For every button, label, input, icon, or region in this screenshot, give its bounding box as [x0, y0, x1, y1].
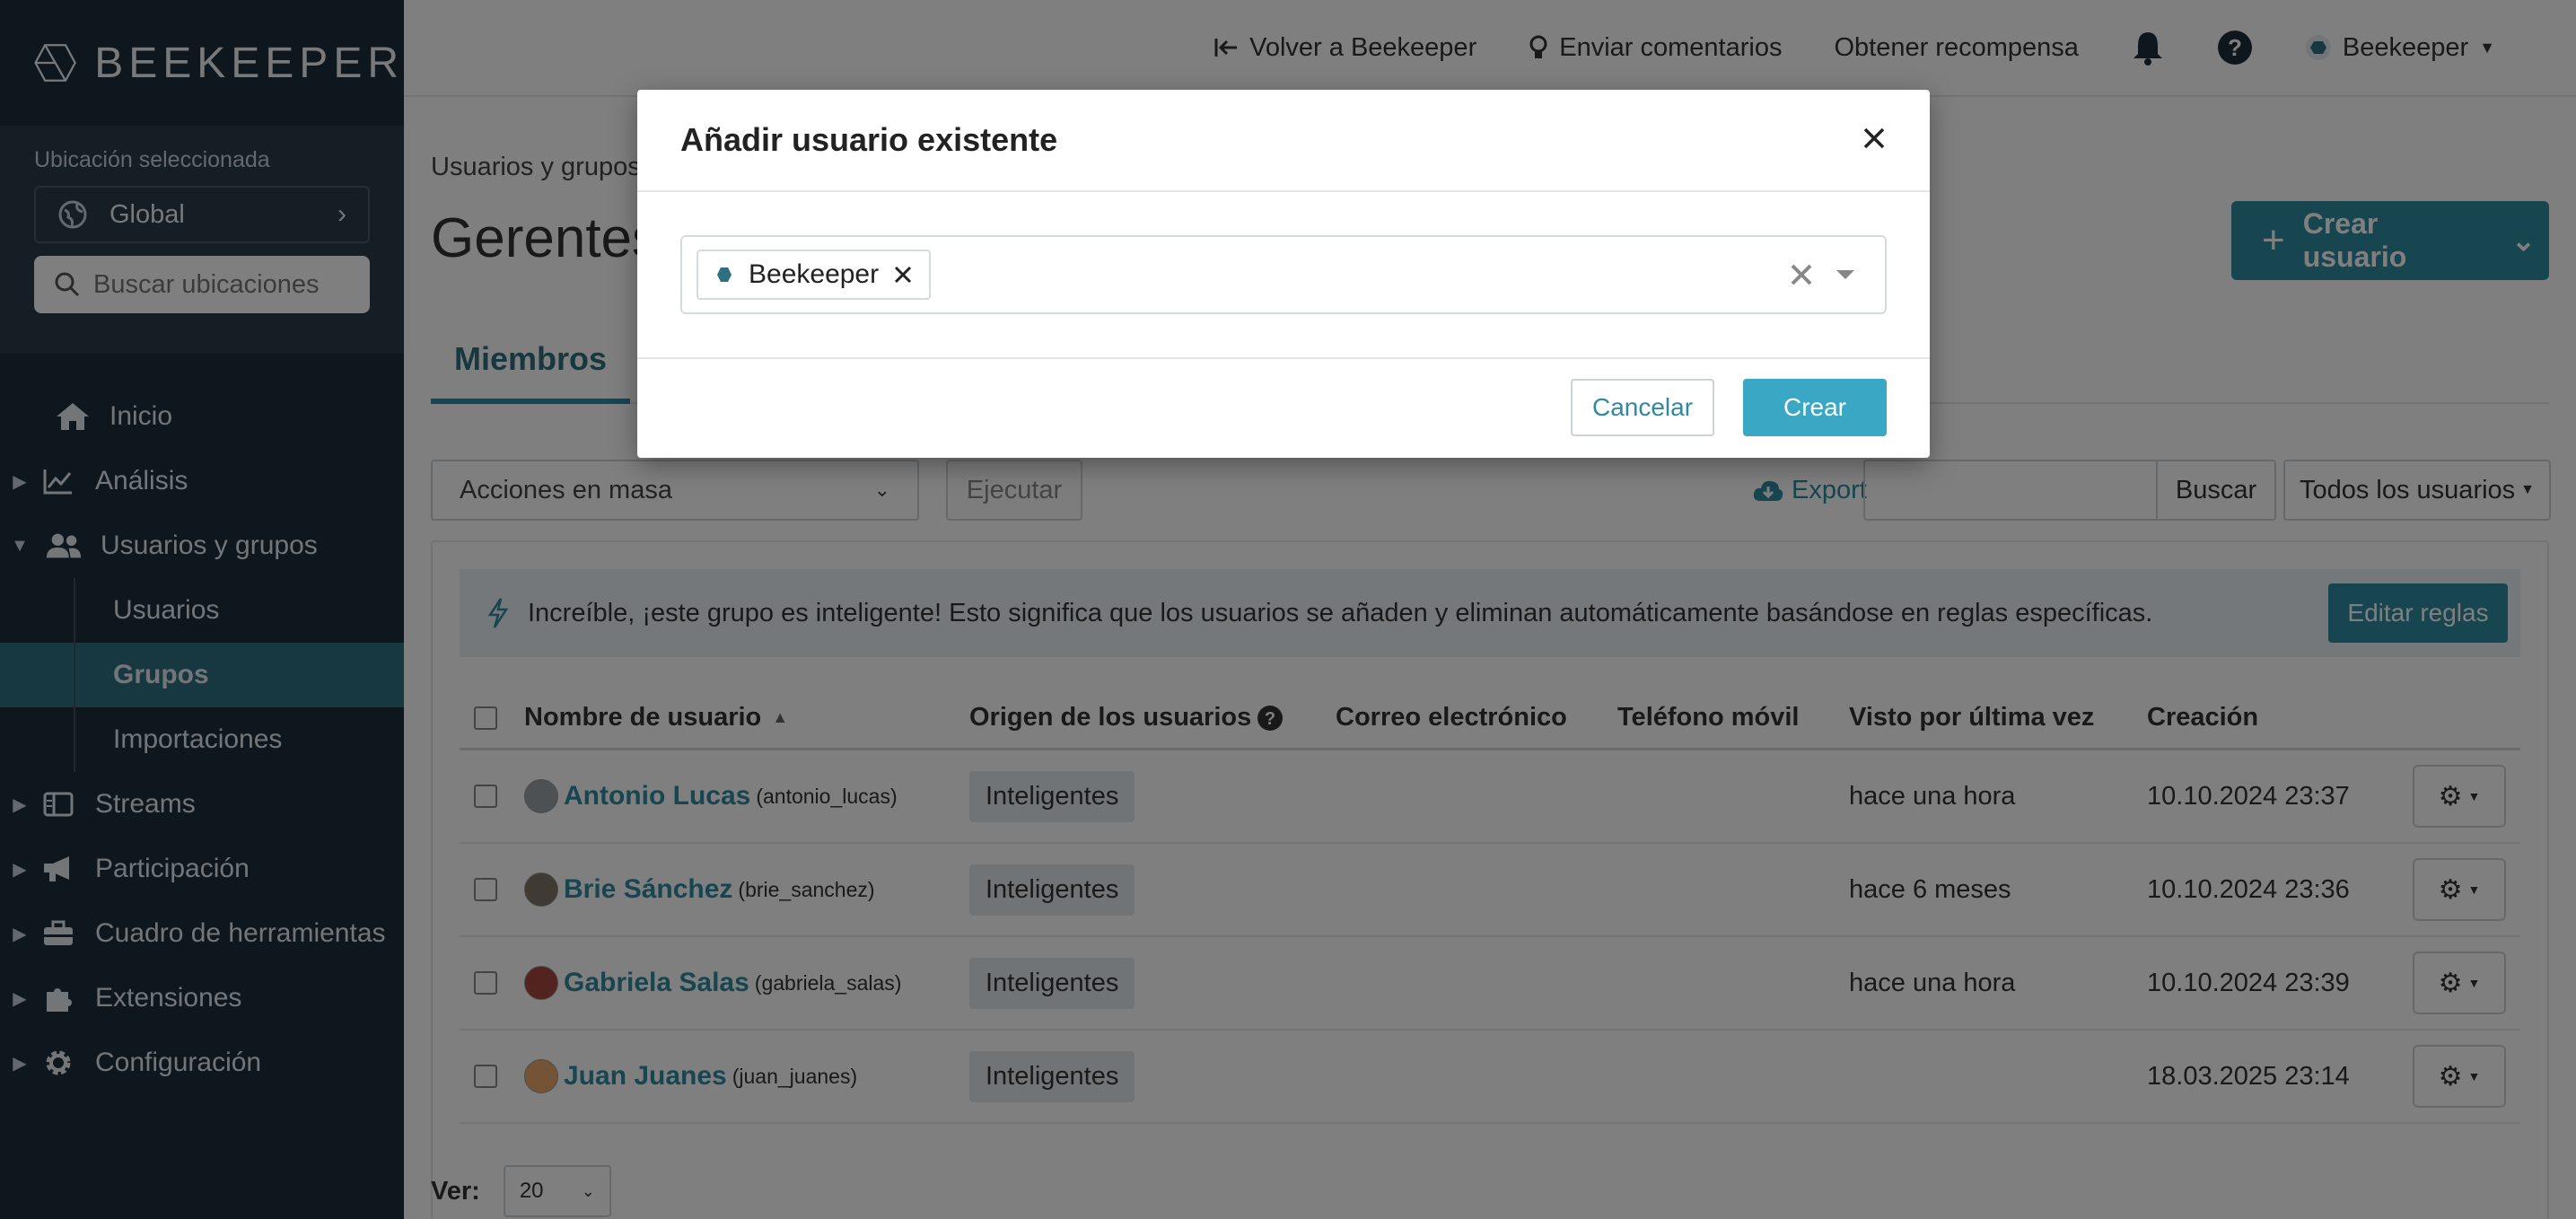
remove-tag-icon[interactable] [893, 265, 913, 285]
add-existing-user-modal: Añadir usuario existente Beekeeper Cance… [637, 90, 1930, 458]
cancel-button[interactable]: Cancelar [1571, 379, 1714, 436]
close-button[interactable] [1862, 126, 1887, 155]
beekeeper-logo-icon [717, 267, 732, 282]
create-button[interactable]: Crear [1743, 379, 1887, 436]
user-select-input[interactable]: Beekeeper [680, 235, 1887, 314]
dropdown-arrow-icon[interactable] [1835, 268, 1856, 281]
selected-tag: Beekeeper [697, 250, 932, 300]
modal-title: Añadir usuario existente [680, 121, 1058, 158]
modal-footer: Cancelar Crear [637, 359, 1930, 456]
tag-label: Beekeeper [749, 259, 880, 289]
modal-header: Añadir usuario existente [637, 90, 1930, 192]
close-icon [1863, 127, 1885, 148]
modal-body: Beekeeper [637, 192, 1930, 359]
clear-all-icon[interactable] [1790, 263, 1813, 286]
